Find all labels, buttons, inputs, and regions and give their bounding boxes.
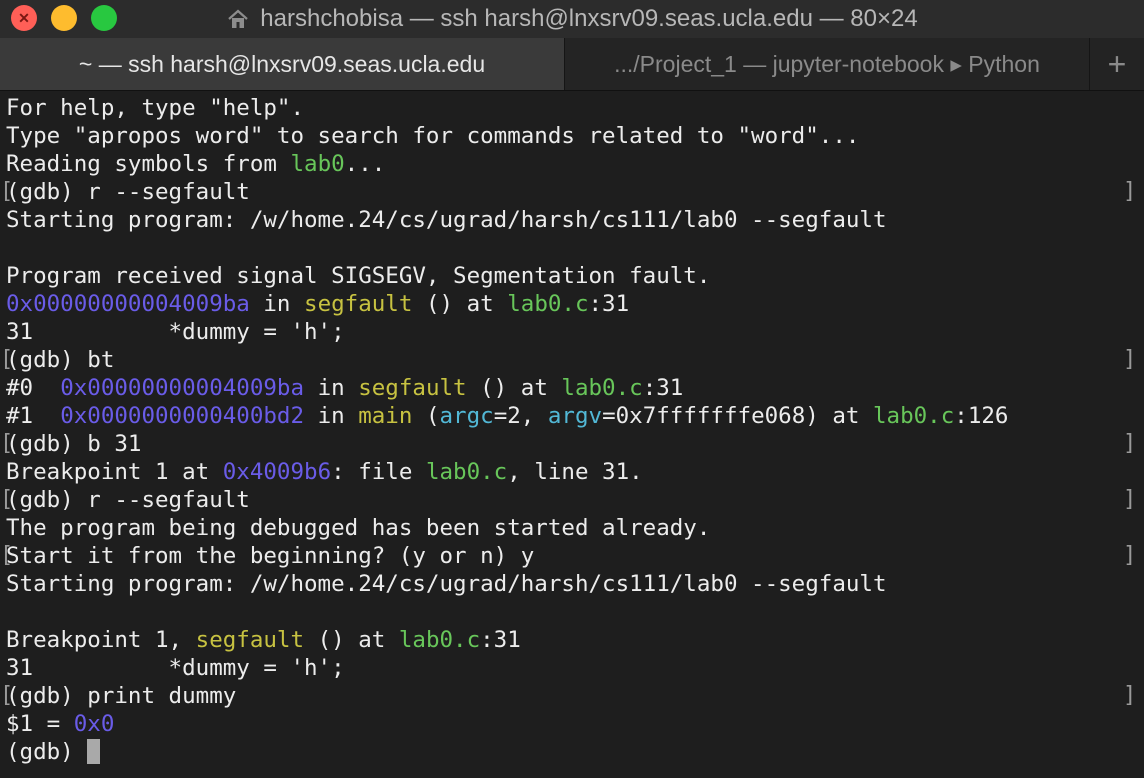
gdb-command-line: (gdb) bt	[6, 347, 115, 373]
terminal-line: Starting program: /w/home.24/cs/ugrad/ha…	[6, 571, 887, 597]
zoom-window-button[interactable]	[91, 5, 117, 31]
backtrace-frame: #1 0x0000000000400bd2 in main (argc=2, a…	[6, 403, 1009, 429]
tab-jupyter-notebook[interactable]: .../Project_1 — jupyter-notebook ▸ Pytho…	[565, 38, 1090, 90]
terminal-window: harshchobisa — ssh harsh@lnxsrv09.seas.u…	[0, 0, 1144, 778]
title-bar: harshchobisa — ssh harsh@lnxsrv09.seas.u…	[0, 0, 1144, 38]
terminal-line: Type "apropos word" to search for comman…	[6, 123, 860, 149]
terminal-line: Starting program: /w/home.24/cs/ugrad/ha…	[6, 207, 887, 233]
terminal-line: The program being debugged has been star…	[6, 515, 711, 541]
tab-ssh-session[interactable]: ~ — ssh harsh@lnxsrv09.seas.ucla.edu	[0, 38, 565, 90]
terminal-line: 31 *dummy = 'h';	[6, 319, 345, 345]
terminal-line: 31 *dummy = 'h';	[6, 655, 345, 681]
terminal-line: 0x00000000004009ba in segfault () at lab…	[6, 291, 630, 317]
tab-bar: ~ — ssh harsh@lnxsrv09.seas.ucla.edu ...…	[0, 38, 1144, 91]
window-title-group: harshchobisa — ssh harsh@lnxsrv09.seas.u…	[226, 5, 918, 33]
terminal-line: $1 = 0x0	[6, 711, 115, 737]
window-title: harshchobisa — ssh harsh@lnxsrv09.seas.u…	[260, 5, 918, 32]
text-cursor	[87, 739, 101, 764]
close-window-button[interactable]	[11, 5, 37, 31]
gdb-command-line: (gdb) b 31	[6, 431, 142, 457]
terminal-line: Reading symbols from lab0...	[6, 151, 386, 177]
terminal-line: For help, type "help".	[6, 95, 305, 121]
gdb-command-line: (gdb) print dummy	[6, 683, 237, 709]
backtrace-frame: #0 0x00000000004009ba in segfault () at …	[6, 375, 684, 401]
terminal-line: Breakpoint 1 at 0x4009b6: file lab0.c, l…	[6, 459, 643, 485]
terminal-line: Breakpoint 1, segfault () at lab0.c:31	[6, 627, 521, 653]
terminal-output[interactable]: For help, type "help". Type "apropos wor…	[0, 91, 1144, 778]
minimize-window-button[interactable]	[51, 5, 77, 31]
terminal-line: Start it from the beginning? (y or n) y	[6, 543, 535, 569]
gdb-command-line: (gdb) r --segfault	[6, 487, 250, 513]
new-tab-button[interactable]: +	[1090, 38, 1144, 90]
gdb-prompt[interactable]: (gdb)	[6, 738, 101, 766]
terminal-line: Program received signal SIGSEGV, Segment…	[6, 263, 711, 289]
gdb-command-line: (gdb) r --segfault	[6, 179, 250, 205]
home-icon	[228, 9, 249, 28]
